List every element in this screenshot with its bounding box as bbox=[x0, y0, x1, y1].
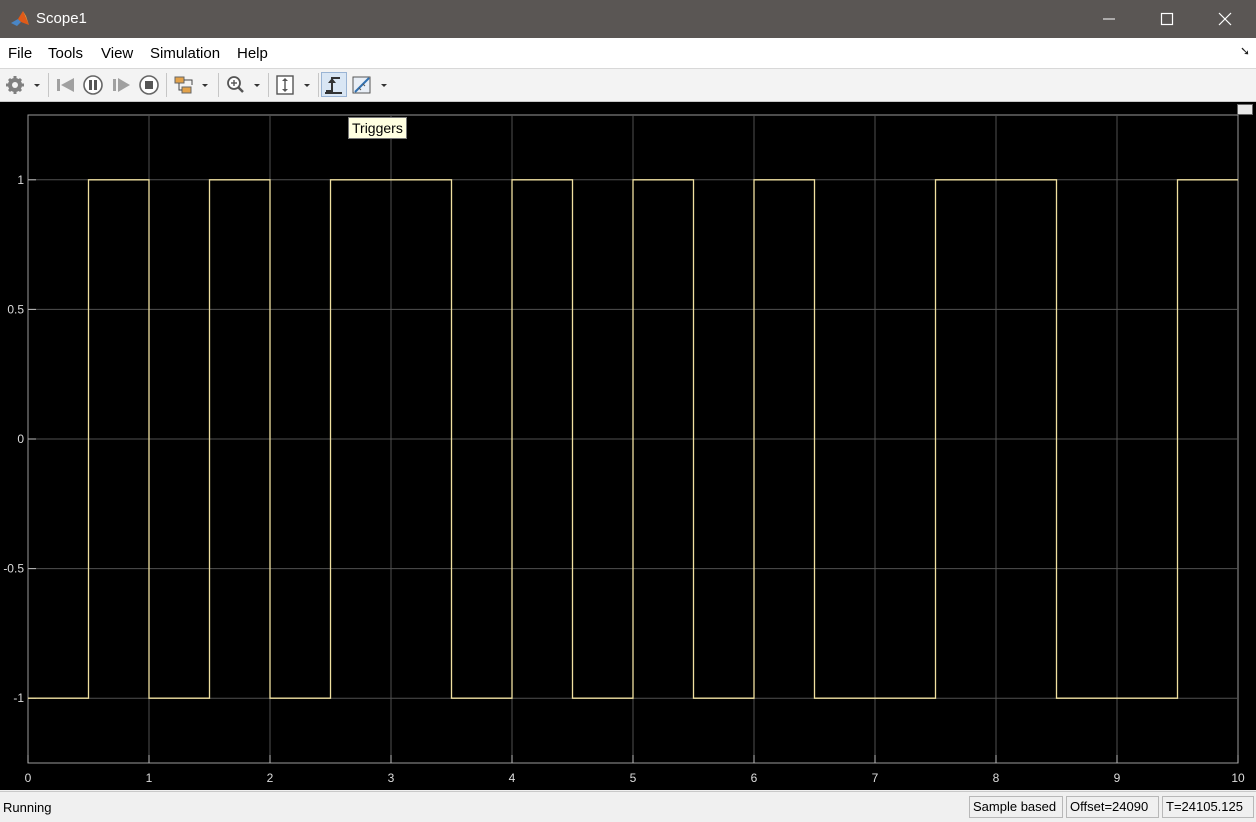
maximize-icon bbox=[1160, 12, 1174, 26]
triggers-tooltip: Triggers bbox=[348, 117, 407, 139]
signal-trace bbox=[28, 179, 1238, 699]
offset-cell: Offset=24090 bbox=[1066, 796, 1159, 818]
toolbar-separator bbox=[318, 73, 319, 97]
x-tick-label: 2 bbox=[267, 771, 274, 785]
minimize-icon bbox=[1103, 18, 1115, 20]
status-bar: Running Sample based Offset=24090 T=2410… bbox=[0, 791, 1256, 822]
triggers-icon bbox=[325, 77, 342, 94]
menu-view[interactable]: View bbox=[101, 45, 133, 62]
pause-button[interactable] bbox=[81, 74, 105, 96]
toolbar bbox=[0, 69, 1256, 102]
triggers-button[interactable] bbox=[321, 72, 347, 97]
undock-axes-icon[interactable] bbox=[1237, 104, 1253, 115]
y-tick-label: 1 bbox=[17, 173, 24, 187]
settings-icon bbox=[6, 76, 40, 94]
y-tick-label: -0.5 bbox=[3, 562, 24, 576]
zoom-in-button[interactable] bbox=[224, 74, 264, 96]
stop-icon bbox=[139, 75, 159, 95]
time-cell: T=24105.125 bbox=[1162, 796, 1254, 818]
window-title: Scope1 bbox=[36, 10, 87, 27]
minimize-button[interactable] bbox=[1080, 0, 1138, 38]
step-forward-button[interactable] bbox=[109, 74, 133, 96]
scope-plot[interactable]: 0 1 2 3 4 5 6 7 8 9 10 1 0.5 0 -0.5 -1 bbox=[0, 102, 1256, 790]
x-tick-label: 7 bbox=[872, 771, 879, 785]
maximize-button[interactable] bbox=[1138, 0, 1196, 38]
step-back-icon bbox=[57, 78, 74, 92]
x-tick-label: 8 bbox=[993, 771, 1000, 785]
pause-icon bbox=[83, 75, 103, 95]
cursor-measurements-icon bbox=[352, 76, 387, 94]
highlight-block-button[interactable] bbox=[172, 74, 212, 96]
y-tick-label: 0.5 bbox=[7, 302, 24, 316]
highlight-block-icon bbox=[174, 76, 208, 94]
toolbar-separator bbox=[166, 73, 167, 97]
x-tick-label: 5 bbox=[630, 771, 637, 785]
settings-button[interactable] bbox=[4, 74, 44, 96]
matlab-logo-icon bbox=[11, 11, 29, 26]
x-tick-label: 1 bbox=[146, 771, 153, 785]
dock-arrow-icon[interactable]: ➘ bbox=[1240, 44, 1250, 58]
simulation-status: Running bbox=[3, 800, 52, 815]
zoom-in-icon bbox=[227, 76, 260, 93]
sample-mode-cell: Sample based bbox=[969, 796, 1063, 818]
x-tick-label: 4 bbox=[509, 771, 516, 785]
x-tick-label: 6 bbox=[751, 771, 758, 785]
cursor-measurements-button[interactable] bbox=[351, 74, 391, 96]
menu-bar: File Tools View Simulation Help ➘ bbox=[0, 38, 1256, 69]
x-tick-label: 3 bbox=[388, 771, 395, 785]
close-button[interactable] bbox=[1196, 0, 1254, 38]
step-forward-icon bbox=[113, 78, 130, 92]
menu-file[interactable]: File bbox=[8, 45, 32, 62]
menu-tools[interactable]: Tools bbox=[48, 45, 83, 62]
y-tick-label: 0 bbox=[17, 432, 24, 446]
scope-display[interactable]: 0 1 2 3 4 5 6 7 8 9 10 1 0.5 0 -0.5 -1 bbox=[0, 102, 1256, 790]
stop-button[interactable] bbox=[137, 74, 161, 96]
scale-axes-button[interactable] bbox=[274, 74, 314, 96]
toolbar-separator bbox=[48, 73, 49, 97]
title-bar: Scope1 bbox=[0, 0, 1256, 38]
y-tick-label: -1 bbox=[13, 691, 24, 705]
toolbar-separator bbox=[218, 73, 219, 97]
menu-simulation[interactable]: Simulation bbox=[150, 45, 220, 62]
close-icon bbox=[1218, 12, 1232, 26]
step-back-button[interactable] bbox=[54, 74, 78, 96]
x-tick-label: 0 bbox=[25, 771, 32, 785]
toolbar-separator bbox=[268, 73, 269, 97]
menu-help[interactable]: Help bbox=[237, 45, 268, 62]
scale-axes-icon bbox=[276, 75, 310, 95]
x-tick-label: 9 bbox=[1114, 771, 1121, 785]
x-tick-label: 10 bbox=[1231, 771, 1245, 785]
